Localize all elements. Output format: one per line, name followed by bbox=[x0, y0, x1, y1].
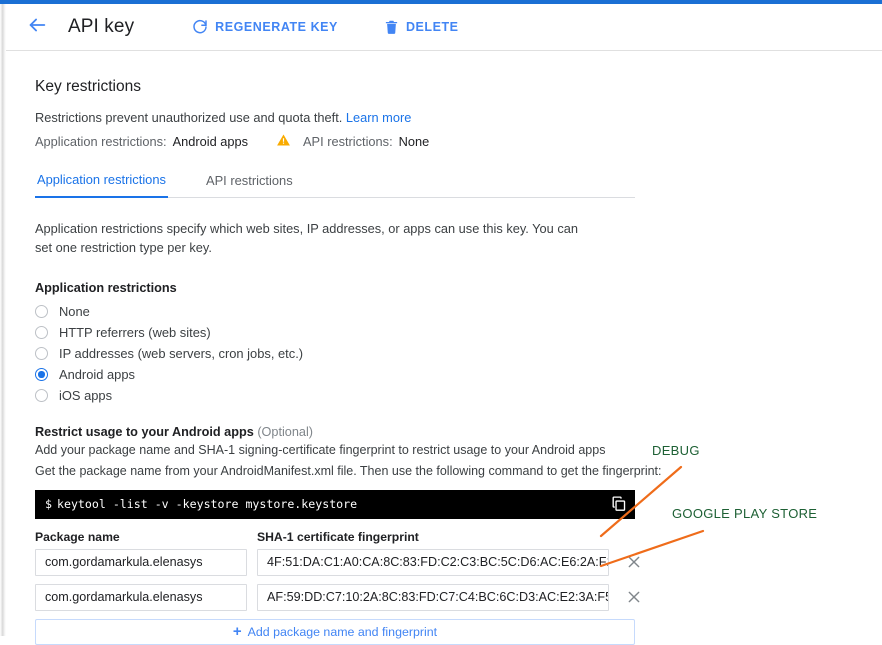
tab-api-restrictions[interactable]: API restrictions bbox=[204, 173, 295, 197]
key-restrictions-panel: Key restrictions Restrictions prevent un… bbox=[6, 52, 882, 645]
restrict-usage-line2: Get the package name from your AndroidMa… bbox=[35, 463, 662, 478]
refresh-icon bbox=[192, 19, 208, 35]
application-restrictions-legend: Application restrictions bbox=[35, 281, 177, 296]
column-header-package-name: Package name bbox=[35, 529, 120, 544]
restrict-usage-line1: Add your package name and SHA-1 signing-… bbox=[35, 443, 606, 458]
radio-option-ios-apps[interactable]: iOS apps bbox=[35, 388, 882, 403]
plus-icon: + bbox=[232, 623, 242, 641]
radio-label: Android apps bbox=[59, 367, 135, 383]
radio-label: iOS apps bbox=[59, 388, 113, 404]
api-restrictions-label: API restrictions: bbox=[303, 134, 393, 149]
api-restrictions-summary: API restrictions: None bbox=[276, 133, 429, 150]
column-header-fingerprint: SHA-1 certificate fingerprint bbox=[257, 529, 419, 544]
learn-more-link[interactable]: Learn more bbox=[346, 110, 411, 125]
warning-triangle-icon bbox=[276, 133, 291, 150]
application-restrictions-label: Application restrictions: bbox=[35, 134, 167, 149]
add-package-name-and-fingerprint-button[interactable]: + Add package name and fingerprint bbox=[35, 618, 635, 645]
key-restrictions-description: Restrictions prevent unauthorized use an… bbox=[35, 110, 882, 125]
restrict-usage-section: Restrict usage to your Android apps (Opt… bbox=[35, 425, 882, 645]
table-header-row: Package name SHA-1 certificate fingerpri… bbox=[35, 530, 675, 544]
remove-row-button[interactable] bbox=[625, 588, 643, 606]
table-row: com.gordamarkula.elenasys 4F:51:DA:C1:A0… bbox=[35, 548, 675, 576]
copy-icon[interactable] bbox=[610, 495, 627, 512]
regenerate-key-button[interactable]: REGENERATE KEY bbox=[192, 19, 338, 35]
arrow-left-icon bbox=[26, 14, 48, 41]
remove-row-button[interactable] bbox=[625, 553, 643, 571]
fingerprint-input[interactable]: 4F:51:DA:C1:A0:CA:8C:83:FD:C2:C3:BC:5C:D… bbox=[257, 548, 609, 576]
shell-prompt: $ bbox=[45, 497, 52, 512]
delete-button[interactable]: DELETE bbox=[384, 19, 459, 35]
radio-indicator-selected bbox=[35, 368, 48, 382]
radio-option-http-referrers[interactable]: HTTP referrers (web sites) bbox=[35, 325, 882, 340]
radio-label: None bbox=[59, 304, 90, 320]
package-name-input[interactable]: com.gordamarkula.elenasys bbox=[35, 583, 247, 611]
restrict-usage-optional-label: (Optional) bbox=[257, 425, 314, 440]
radio-label: IP addresses (web servers, cron jobs, et… bbox=[59, 346, 304, 362]
restrictions-description-text: Restrictions prevent unauthorized use an… bbox=[35, 110, 343, 125]
radio-indicator bbox=[35, 305, 48, 319]
tab-application-restrictions[interactable]: Application restrictions bbox=[35, 172, 168, 198]
radio-indicator bbox=[35, 347, 48, 361]
api-restrictions-value: None bbox=[398, 134, 430, 149]
radio-indicator bbox=[35, 326, 48, 340]
tab-description: Application restrictions specify which w… bbox=[35, 221, 578, 255]
radio-option-android-apps[interactable]: Android apps bbox=[35, 367, 882, 382]
radio-option-ip-addresses[interactable]: IP addresses (web servers, cron jobs, et… bbox=[35, 346, 882, 361]
package-fingerprint-table: Package name SHA-1 certificate fingerpri… bbox=[35, 530, 675, 611]
keytool-command-text: keytool -list -v -keystore mystore.keyst… bbox=[56, 497, 358, 512]
page-header: API key REGENERATE KEY DELETE bbox=[6, 4, 882, 51]
application-restrictions-radio-group: None HTTP referrers (web sites) IP addre… bbox=[35, 304, 882, 403]
radio-option-none[interactable]: None bbox=[35, 304, 882, 319]
page-title: API key bbox=[68, 16, 135, 37]
radio-indicator bbox=[35, 389, 48, 403]
restrict-usage-title-text: Restrict usage to your Android apps bbox=[35, 425, 254, 440]
restrictions-tabs: Application restrictions API restriction… bbox=[35, 172, 635, 198]
delete-label: DELETE bbox=[405, 20, 459, 34]
radio-label: HTTP referrers (web sites) bbox=[59, 325, 211, 341]
trash-icon bbox=[384, 19, 399, 35]
back-button[interactable] bbox=[20, 10, 54, 44]
restrictions-summary: Application restrictions: Android apps A… bbox=[35, 133, 882, 150]
fingerprint-input[interactable]: AF:59:DD:C7:10:2A:8C:83:FD:C7:C4:BC:6C:D… bbox=[257, 583, 609, 611]
table-row: com.gordamarkula.elenasys AF:59:DD:C7:10… bbox=[35, 583, 675, 611]
package-name-input[interactable]: com.gordamarkula.elenasys bbox=[35, 548, 247, 576]
key-restrictions-title: Key restrictions bbox=[35, 78, 141, 95]
application-restrictions-value: Android apps bbox=[172, 134, 249, 149]
regenerate-key-label: REGENERATE KEY bbox=[215, 20, 338, 34]
add-package-label: Add package name and fingerprint bbox=[247, 624, 438, 639]
restrict-usage-title: Restrict usage to your Android apps (Opt… bbox=[35, 425, 882, 439]
keytool-code-block: $ keytool -list -v -keystore mystore.key… bbox=[35, 489, 635, 519]
